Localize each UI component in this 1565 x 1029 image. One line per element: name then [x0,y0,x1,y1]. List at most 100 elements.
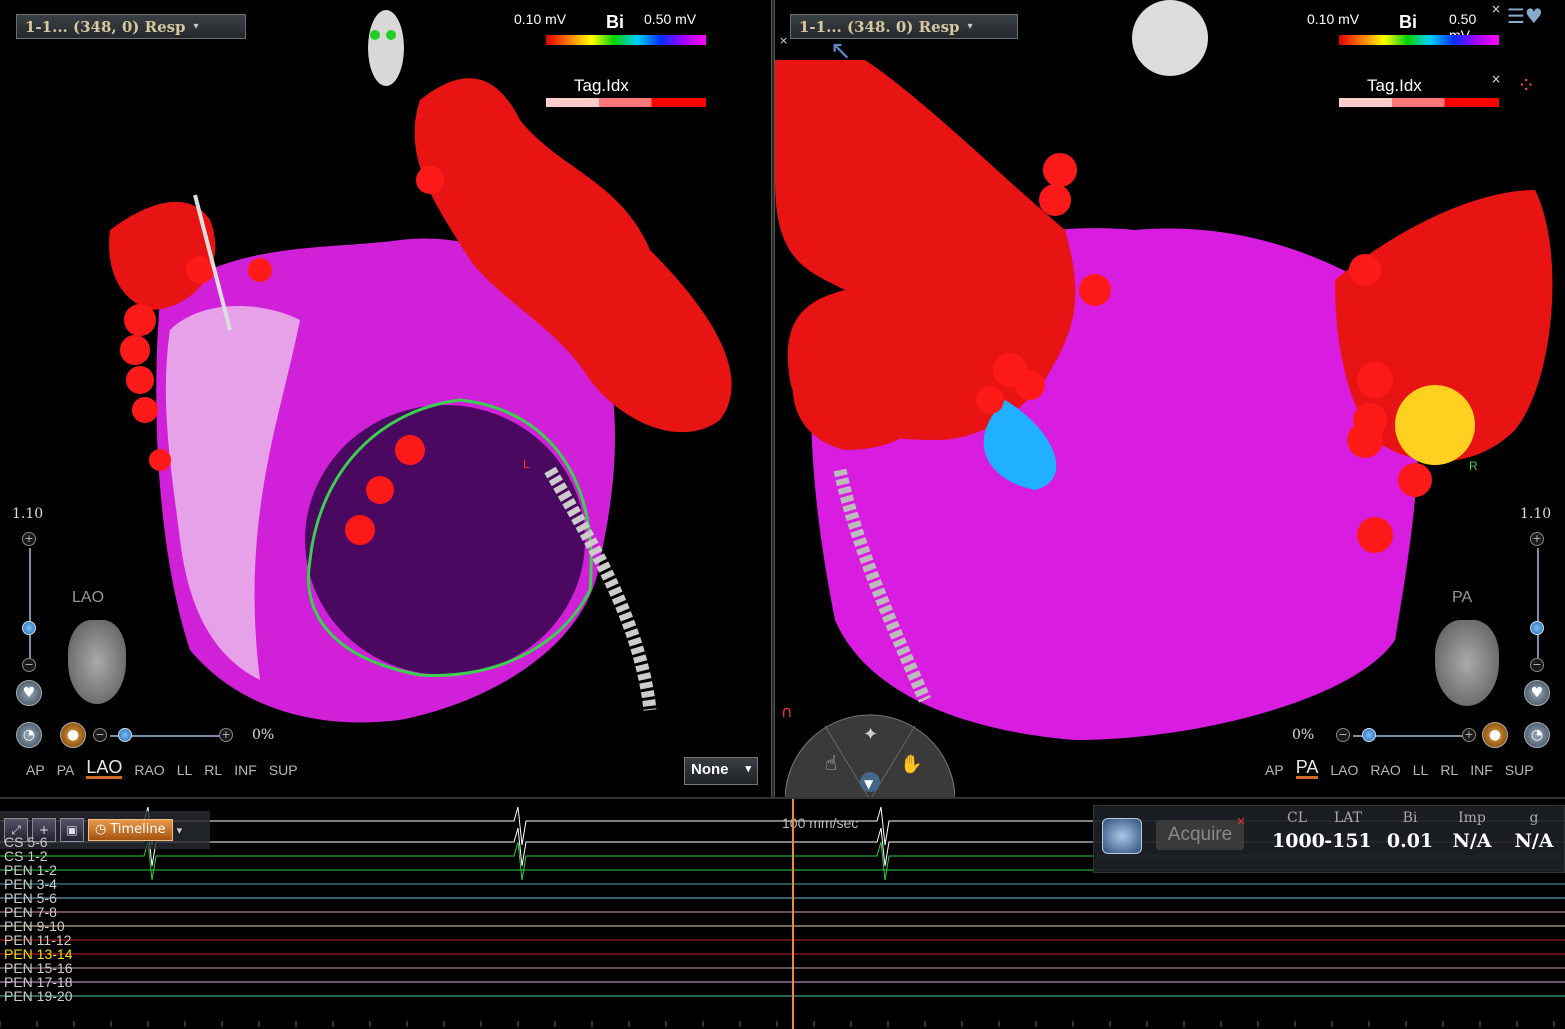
right-map-select[interactable]: 1-1... (348. 0) Resp ▾ [790,14,1018,39]
stat-imp-label: Imp [1458,810,1486,826]
close-icon[interactable]: × [1236,814,1246,828]
magic-wand-icon: ✦ [863,724,878,745]
stat-g-label: g [1529,810,1539,826]
acquire-button[interactable]: Acquire [1156,820,1244,850]
right-view-sup[interactable]: SUP [1505,762,1534,779]
stat-lat-label: LAT [1334,810,1362,826]
right-view-lao[interactable]: LAO [1330,762,1358,779]
none-select-label: None [691,761,729,778]
timeline-button[interactable]: ◷ Timeline [88,819,173,841]
right-transparency-handle[interactable] [1362,728,1376,742]
right-view-ap[interactable]: AP [1265,762,1284,779]
magnet-icon[interactable]: ∩ [781,702,793,721]
left-view-sup[interactable]: SUP [269,762,298,779]
stat-bi-value: 0.01 [1386,830,1434,852]
close-icon[interactable]: × [1491,72,1501,86]
heart-view-icon[interactable]: ♥ [16,680,42,706]
stat-lat: LAT -151 [1320,810,1376,852]
left-view-ll[interactable]: LL [177,762,193,779]
left-view-rl[interactable]: RL [204,762,222,779]
filter-icon: ▼ [864,777,874,791]
scale-max: 0.50 mV [644,11,697,27]
stat-cl-value: 1000 [1272,830,1325,852]
right-view-pa[interactable]: PA [1295,758,1319,779]
right-zoom-slider-handle[interactable] [1530,621,1544,635]
ecg-channel-label: PEN 5-6 [4,890,57,906]
ecg-channel-label: PEN 13-14 [4,946,73,962]
right-zoom-out-button[interactable]: − [1530,658,1544,672]
left-zoom-slider[interactable] [29,548,31,658]
left-view-buttons: AP PA LAO RAO LL RL INF SUP [26,758,298,779]
ecg-channel-label: CS 5-6 [4,834,48,850]
compass-icon[interactable]: ◔ [16,722,42,748]
right-voltage-scale: 0.10 mV Bi 0.50 mV [1307,8,1499,48]
left-zoom-out-button[interactable]: − [22,658,36,672]
left-tag-legend: Tag.Idx [546,76,706,108]
ecg-channel-label: PEN 7-8 [4,904,57,920]
stat-imp-value: N/A [1452,830,1492,852]
right-view-rl[interactable]: RL [1440,762,1458,779]
right-orientation-heart-icon [1435,620,1499,706]
eye-right-icon [386,30,396,40]
left-view-inf[interactable]: INF [234,762,257,779]
save-icon[interactable]: ▣ [60,818,84,842]
transparency-icon[interactable]: ● [1482,722,1508,748]
right-3d-view[interactable]: R 1-1... (348. 0) Resp ▾ × ↖ 0.10 mV Bi … [775,0,1565,797]
right-transparency-value: 0% [1292,727,1315,743]
scale-color-bar [1339,35,1499,45]
right-zoom-in-button[interactable]: + [1530,532,1544,546]
tag-legend-strip [546,98,706,107]
time-cursor[interactable] [792,799,794,1029]
stat-lat-value: -151 [1324,830,1372,852]
left-view-lao[interactable]: LAO [86,758,123,779]
transparency-icon[interactable]: ● [60,722,86,748]
right-marker-label: R [1469,459,1478,473]
left-view-rao[interactable]: RAO [134,762,164,779]
left-3d-view[interactable]: L 1-1... (348, 0) Resp ▾ 0.10 mV Bi 0.50… [0,0,771,797]
orientation-head-icon[interactable] [368,10,404,86]
acquire-panel: Acquire × CL 1000 LAT -151 Bi 0.01 Imp N… [1093,805,1565,873]
clock-icon: ◷ [95,822,107,837]
stat-bi-label: Bi [1402,810,1418,826]
left-map-select-label: 1-1... (348, 0) Resp [25,17,186,36]
left-map-select[interactable]: 1-1... (348, 0) Resp ▾ [16,14,246,39]
pointer-arrow-icon: ↖ [830,36,852,66]
left-zoom-in-button[interactable]: + [22,532,36,546]
ecg-channel-label: PEN 3-4 [4,876,57,892]
ecg-channel-label: CS 1-2 [4,848,48,864]
left-transparency-plus[interactable]: + [219,728,233,742]
heart-view-icon[interactable]: ♥ [1524,680,1550,706]
left-zoom-value: 1.10 [12,506,44,522]
menu-heart-icon[interactable]: ☰♥ [1507,4,1543,28]
right-zoom-slider[interactable] [1537,548,1539,658]
hand-tool-icon: ✋ [900,753,922,775]
eye-left-icon [370,30,380,40]
chevron-down-icon[interactable]: ▾ [177,824,183,837]
right-view-ll[interactable]: LL [1413,762,1429,779]
right-transparency-plus[interactable]: + [1462,728,1476,742]
stat-g: g N/A [1506,810,1562,852]
close-icon[interactable]: × [1491,2,1501,16]
ecg-channel-label: PEN 17-18 [4,974,73,990]
right-view-inf[interactable]: INF [1470,762,1493,779]
left-view-pa[interactable]: PA [57,762,75,779]
left-view-ap[interactable]: AP [26,762,45,779]
right-view-rao[interactable]: RAO [1370,762,1400,779]
right-zoom-value: 1.10 [1520,506,1552,522]
none-select[interactable]: None ▾ [684,757,758,785]
stat-bi: Bi 0.01 [1382,810,1438,852]
left-zoom-slider-handle[interactable] [22,621,36,635]
close-icon[interactable]: × [779,34,788,47]
left-transparency-handle[interactable] [118,728,132,742]
scale-mode: Bi [1399,12,1417,32]
ecg-panel[interactable]: ⤢ + ▣ ◷ Timeline ▾ 100 mm/sec CS 5-6 CS 1… [0,797,1565,1029]
compass-icon[interactable]: ◔ [1524,722,1550,748]
grid-dots-icon[interactable]: ⁘ [1517,74,1535,99]
point-tool-icon: ☝ [825,751,837,775]
chevron-down-icon: ▾ [745,763,751,775]
right-orientation-label: PA [1452,589,1473,606]
left-transparency-minus[interactable]: − [93,728,107,742]
acquire-compass-icon[interactable] [1102,818,1142,854]
tool-fan-menu[interactable]: ☝ ✦ ✋ ▼ [785,700,955,797]
right-transparency-minus[interactable]: − [1336,728,1350,742]
